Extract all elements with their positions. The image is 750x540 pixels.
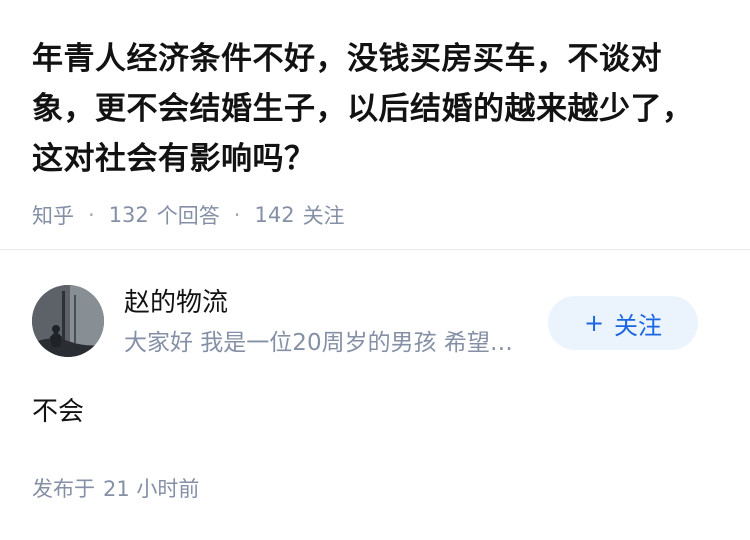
publish-prefix: 发布于: [32, 477, 95, 501]
author-bio: 大家好 我是一位20周岁的男孩 希望在知乎认识更多的朋友: [124, 330, 524, 356]
question-header: 年青人经济条件不好，没钱买房买车，不谈对象，更不会结婚生子，以后结婚的越来越少了…: [0, 0, 750, 230]
follow-button-label: 关注: [614, 311, 663, 340]
author-card: 赵的物流 大家好 我是一位20周岁的男孩 希望在知乎认识更多的朋友 + 关注: [32, 285, 718, 361]
publish-time: 发布于 21 小时前: [32, 474, 199, 504]
answer-content: 不会: [32, 397, 85, 427]
followers-count: 142: [254, 203, 295, 227]
author-name[interactable]: 赵的物流: [124, 285, 228, 321]
avatar-photo-icon: [32, 285, 104, 357]
avatar[interactable]: [32, 285, 104, 357]
plus-icon: +: [583, 309, 605, 337]
meta-separator: ·: [233, 203, 241, 227]
followers-label[interactable]: 关注: [303, 200, 345, 230]
source-label[interactable]: 知乎: [32, 200, 74, 230]
question-meta: 知乎 · 132 个回答 · 142 关注: [32, 200, 718, 230]
answers-count: 132: [108, 203, 149, 227]
section-divider: [0, 249, 750, 250]
meta-separator: ·: [88, 203, 95, 227]
answer-page: 年青人经济条件不好，没钱买房买车，不谈对象，更不会结婚生子，以后结婚的越来越少了…: [0, 0, 750, 540]
publish-time-value: 21 小时前: [103, 477, 200, 501]
question-title[interactable]: 年青人经济条件不好，没钱买房买车，不谈对象，更不会结婚生子，以后结婚的越来越少了…: [32, 34, 718, 184]
answers-label[interactable]: 个回答: [157, 200, 220, 230]
follow-button[interactable]: + 关注: [548, 296, 698, 350]
